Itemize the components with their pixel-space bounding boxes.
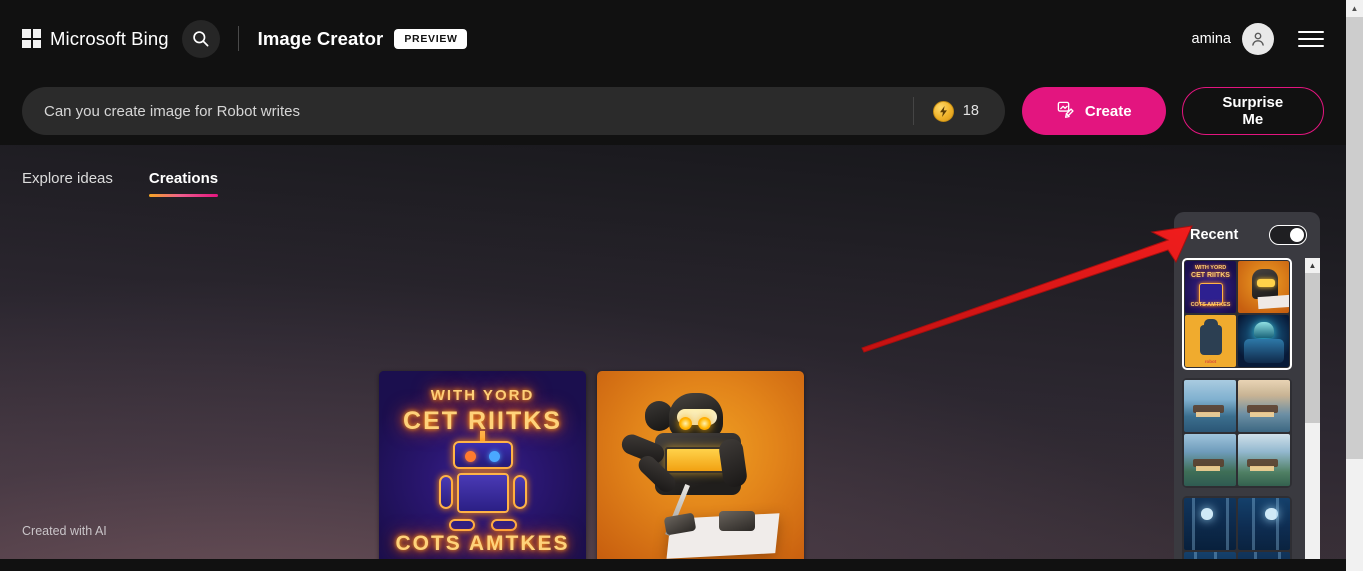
neon-robot-figure [437, 431, 529, 531]
recent-panel-header: Recent [1174, 212, 1320, 258]
bing-logo[interactable]: Microsoft Bing [22, 28, 169, 50]
recent-group-robot-set[interactable]: WITH YORD CET RIITKS COTS AMTKES robot [1182, 258, 1292, 370]
avatar[interactable] [1242, 22, 1274, 55]
page-scroll-up-icon[interactable]: ▲ [1346, 0, 1363, 17]
creation-tile-neon-robot-poster[interactable]: WITH YORD CET RIITKS COTS AMTKES [379, 371, 586, 571]
recent-thumb-house-green-hill[interactable] [1184, 434, 1236, 486]
creations-grid: WITH YORD CET RIITKS COTS AMTKES [379, 371, 804, 571]
orange-robot-artwork [597, 371, 804, 571]
recent-thumb-orange-robot[interactable] [1238, 261, 1289, 313]
header-right-cluster: amina [1191, 22, 1347, 55]
surprise-me-button[interactable]: Surprise Me [1181, 87, 1324, 135]
header-divider [237, 26, 239, 51]
recent-thumb-house-lake[interactable] [1238, 434, 1290, 486]
creation-tile-orange-robot-writing[interactable] [597, 371, 804, 571]
top-header-bar: Microsoft Bing Image Creator PREVIEW ami… [0, 0, 1346, 77]
browser-viewport: Microsoft Bing Image Creator PREVIEW ami… [0, 0, 1346, 571]
recent-groups-list: WITH YORD CET RIITKS COTS AMTKES robot [1182, 258, 1302, 571]
tab-bar: Explore ideas Creations [0, 145, 1346, 197]
recent-title: Recent [1190, 227, 1239, 243]
create-button-label: Create [1084, 102, 1132, 120]
created-with-ai-note: Created with AI [22, 524, 107, 538]
preview-badge: PREVIEW [394, 28, 467, 49]
recent-thumb-blue-robot[interactable] [1238, 315, 1289, 367]
search-input[interactable] [22, 87, 913, 135]
account-name: amina [1191, 30, 1232, 47]
recent-thumb-scifi-hall-1[interactable] [1184, 498, 1236, 550]
neon-poster-line-1: WITH YORD [430, 387, 535, 404]
lightning-coin-icon [932, 100, 954, 122]
recent-thumb-house-cliff-blue[interactable] [1184, 380, 1236, 432]
image-creator-page: Microsoft Bing Image Creator PREVIEW ami… [0, 0, 1363, 571]
magic-wand-icon [1056, 100, 1075, 123]
page-scrollbar-thumb[interactable] [1346, 17, 1363, 459]
recent-toggle[interactable] [1269, 225, 1307, 245]
microsoft-grid-icon [22, 29, 41, 48]
recent-thumb-house-sunset[interactable] [1238, 380, 1290, 432]
brand-wordmark: Microsoft Bing [50, 27, 169, 49]
tab-creations[interactable]: Creations [148, 170, 219, 197]
neon-poster-line-3: COTS AMTKES [395, 532, 570, 555]
tab-explore-ideas[interactable]: Explore ideas [22, 170, 113, 197]
prompt-input-container: 18 [22, 87, 1005, 135]
creations-body: Explore ideas Creations ? Help WITH YORD… [0, 145, 1346, 571]
create-button[interactable]: Create [1021, 87, 1166, 135]
app-title: Image Creator [257, 27, 384, 49]
boost-count-label: 18 [962, 103, 979, 119]
hamburger-icon[interactable] [1298, 29, 1324, 49]
recent-thumb-amber-robot[interactable]: robot [1185, 315, 1236, 367]
page-bottom-strip [0, 559, 1346, 571]
recent-panel: Recent WITH YORDCET RIITKS COTS AMTKES [1174, 212, 1320, 571]
page-scrollbar[interactable]: ▲ [1346, 0, 1363, 571]
recent-scrollbar-thumb[interactable] [1305, 273, 1320, 423]
surprise-me-label: Surprise Me [1222, 94, 1284, 128]
recent-group-seaside-house-set[interactable] [1182, 378, 1292, 488]
neon-robot-artwork: WITH YORD CET RIITKS COTS AMTKES [379, 371, 586, 571]
boost-counter[interactable]: 18 [914, 87, 1005, 135]
chevron-up-icon[interactable]: ▲ [1305, 258, 1320, 273]
recent-panel-scrollbar[interactable]: ▲ [1305, 258, 1320, 571]
recent-thumb-neon-robot[interactable]: WITH YORD CET RIITKS COTS AMTKES [1185, 261, 1236, 313]
recent-thumb-scifi-hall-2[interactable] [1238, 498, 1290, 550]
prompt-bar: 18 Create Surprise Me [0, 77, 1346, 145]
search-icon[interactable] [181, 19, 220, 58]
recent-scroll-area: WITH YORD CET RIITKS COTS AMTKES robot ▲ [1182, 258, 1320, 571]
